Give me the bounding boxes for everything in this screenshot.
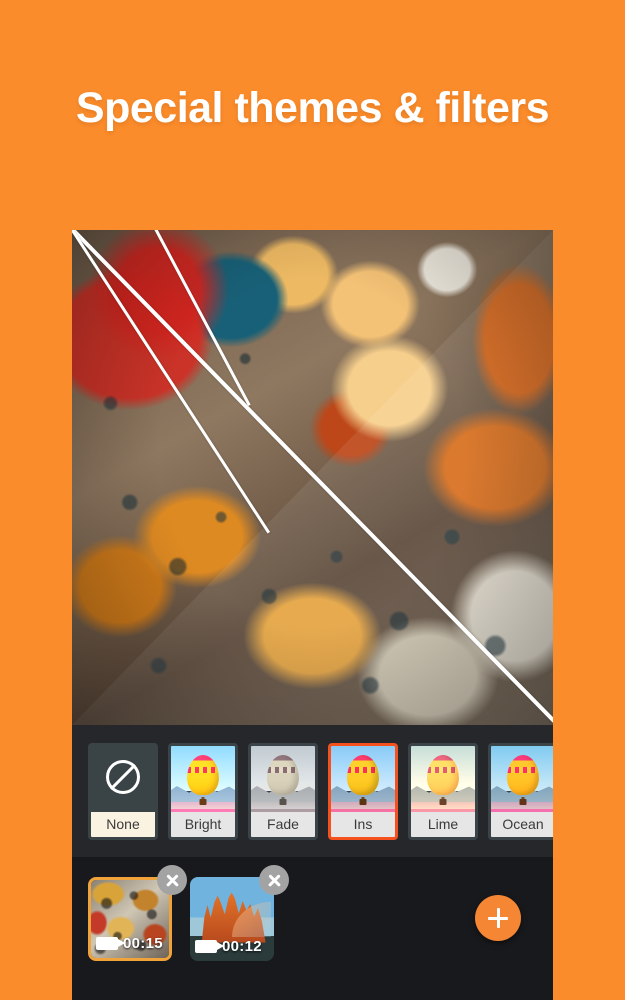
- filter-label: Ins: [331, 812, 395, 837]
- hot-air-balloon-icon: [267, 754, 299, 795]
- video-preview[interactable]: [72, 230, 553, 725]
- balloon-scene: [491, 746, 553, 818]
- balloon-scene: [331, 746, 395, 818]
- timeline-clip[interactable]: 00:12: [190, 877, 274, 961]
- filter-item-ins[interactable]: Ins: [328, 743, 398, 840]
- timeline-clip[interactable]: 00:15: [88, 877, 172, 961]
- clip-meta: 00:12: [190, 938, 274, 955]
- balloon-scene: [251, 746, 315, 818]
- filter-item-none[interactable]: None: [88, 743, 158, 840]
- add-clip-button[interactable]: [475, 895, 521, 941]
- no-filter-icon: [106, 760, 140, 794]
- filter-label: Bright: [171, 812, 235, 837]
- filter-item-ocean[interactable]: Ocean: [488, 743, 553, 840]
- filter-thumb-ocean: [491, 746, 553, 818]
- page-title: Special themes & filters: [75, 84, 550, 132]
- clip-duration: 00:15: [123, 935, 163, 952]
- video-camera-icon: [96, 937, 125, 950]
- filter-strip[interactable]: None Bright Fade Ins Lime Ocean: [72, 725, 553, 857]
- filter-thumb-fade: [251, 746, 315, 818]
- filter-item-lime[interactable]: Lime: [408, 743, 478, 840]
- app-screen: None Bright Fade Ins Lime Ocean 00:15 00…: [72, 230, 553, 1000]
- hot-air-balloon-icon: [507, 754, 539, 795]
- filter-list[interactable]: None Bright Fade Ins Lime Ocean: [88, 743, 553, 840]
- clip-meta: 00:15: [91, 935, 169, 952]
- balloon-scene: [411, 746, 475, 818]
- hot-air-balloon-icon: [187, 754, 219, 795]
- clip-duration: 00:12: [222, 938, 262, 955]
- plus-icon: [488, 908, 508, 928]
- filter-item-bright[interactable]: Bright: [168, 743, 238, 840]
- balloon-scene: [171, 746, 235, 818]
- filter-thumb-lime: [411, 746, 475, 818]
- clip-timeline[interactable]: 00:15 00:12: [72, 857, 553, 1000]
- hot-air-balloon-icon: [427, 754, 459, 795]
- hot-air-balloon-icon: [347, 754, 379, 795]
- close-icon[interactable]: [157, 865, 187, 895]
- filter-item-fade[interactable]: Fade: [248, 743, 318, 840]
- close-icon[interactable]: [259, 865, 289, 895]
- filter-thumb-bright: [171, 746, 235, 818]
- filter-label: Fade: [251, 812, 315, 837]
- filter-label: Lime: [411, 812, 475, 837]
- filter-label: None: [91, 812, 155, 837]
- filter-label: Ocean: [491, 812, 553, 837]
- filter-thumb-none: [91, 746, 155, 818]
- video-camera-icon: [195, 940, 224, 953]
- filter-thumb-ins: [331, 746, 395, 818]
